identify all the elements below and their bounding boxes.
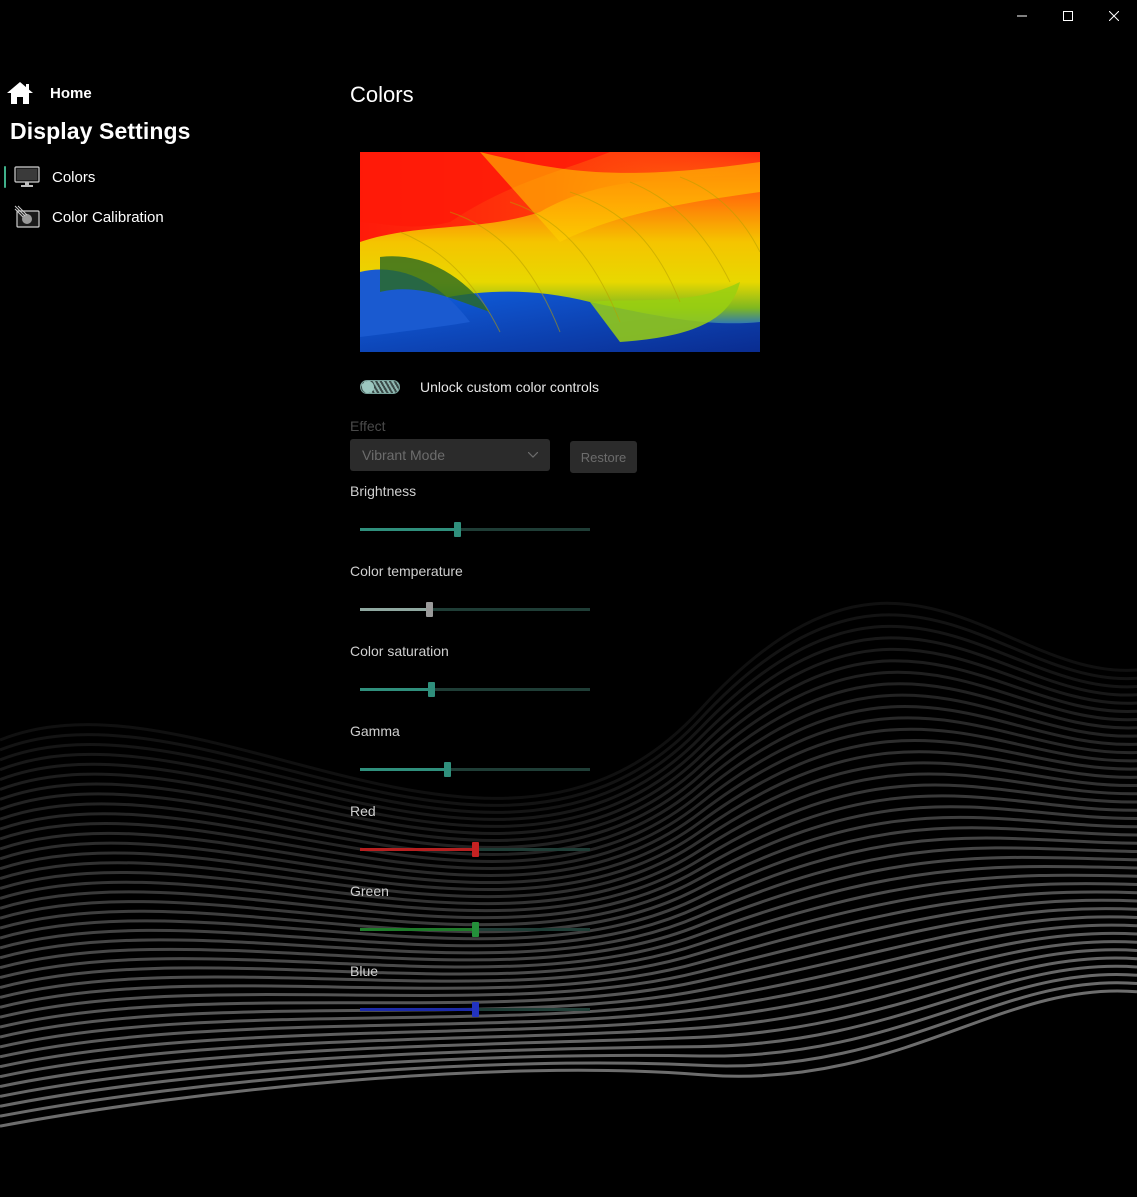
gamma-slider[interactable] — [360, 762, 590, 778]
slider-label-color-saturation: Color saturation — [350, 643, 449, 659]
toggle-label: Unlock custom color controls — [420, 379, 599, 395]
calibration-icon — [14, 205, 40, 228]
selection-indicator — [4, 166, 6, 188]
slider-label-blue: Blue — [350, 963, 379, 979]
section-title: Display Settings — [10, 118, 191, 144]
close-button[interactable] — [1091, 0, 1137, 32]
color-preview-image — [360, 152, 760, 352]
slider-label-color-temperature: Color temperature — [350, 563, 463, 579]
slider-thumb[interactable] — [472, 922, 479, 937]
sidebar: Home Display Settings Colors Color Calib… — [0, 0, 320, 1197]
effect-selected-value: Vibrant Mode — [362, 447, 446, 463]
sidebar-item-colors[interactable]: Colors — [4, 162, 304, 192]
effect-dropdown[interactable]: Vibrant Mode — [350, 439, 550, 471]
unlock-custom-colors-toggle[interactable] — [360, 380, 400, 394]
slider-label-gamma: Gamma — [350, 723, 400, 739]
color-temperature-slider[interactable] — [360, 602, 590, 618]
minimize-button[interactable] — [999, 0, 1045, 32]
minimize-icon — [1017, 15, 1027, 17]
sidebar-item-label: Colors — [52, 168, 96, 186]
slider-thumb[interactable] — [426, 602, 433, 617]
slider-fill — [360, 688, 431, 691]
page-title: Colors — [350, 82, 414, 107]
slider-fill — [360, 768, 447, 771]
red-slider[interactable] — [360, 842, 590, 858]
slider-fill — [360, 528, 457, 531]
slider-label-brightness: Brightness — [350, 483, 417, 499]
app-window: Home Display Settings Colors Color Calib… — [0, 0, 1137, 1197]
unlock-toggle-row: Unlock custom color controls — [360, 376, 599, 398]
sidebar-item-label: Color Calibration — [52, 208, 164, 226]
slider-thumb[interactable] — [472, 842, 479, 857]
slider-label-green: Green — [350, 883, 389, 899]
slider-thumb[interactable] — [472, 1002, 479, 1017]
brightness-slider[interactable] — [360, 522, 590, 538]
slider-fill — [360, 608, 429, 611]
slider-label-red: Red — [350, 803, 376, 819]
selection-indicator — [4, 206, 6, 228]
close-icon — [1109, 11, 1119, 21]
restore-button[interactable]: Restore — [570, 441, 637, 473]
effect-label: Effect — [350, 418, 386, 434]
green-slider[interactable] — [360, 922, 590, 938]
monitor-icon — [14, 166, 40, 188]
maximize-icon — [1063, 11, 1073, 21]
slider-thumb[interactable] — [444, 762, 451, 777]
sidebar-item-color-calibration[interactable]: Color Calibration — [4, 202, 304, 232]
chevron-down-icon — [528, 452, 538, 458]
slider-fill — [360, 928, 475, 931]
toggle-knob — [362, 381, 374, 393]
home-nav-item[interactable]: Home — [6, 78, 92, 108]
home-icon — [6, 80, 36, 106]
slider-thumb[interactable] — [454, 522, 461, 537]
slider-fill — [360, 848, 475, 851]
color-saturation-slider[interactable] — [360, 682, 590, 698]
home-label: Home — [50, 84, 92, 102]
slider-thumb[interactable] — [428, 682, 435, 697]
blue-slider[interactable] — [360, 1002, 590, 1018]
maximize-button[interactable] — [1045, 0, 1091, 32]
slider-fill — [360, 1008, 475, 1011]
caption-buttons — [999, 0, 1137, 32]
